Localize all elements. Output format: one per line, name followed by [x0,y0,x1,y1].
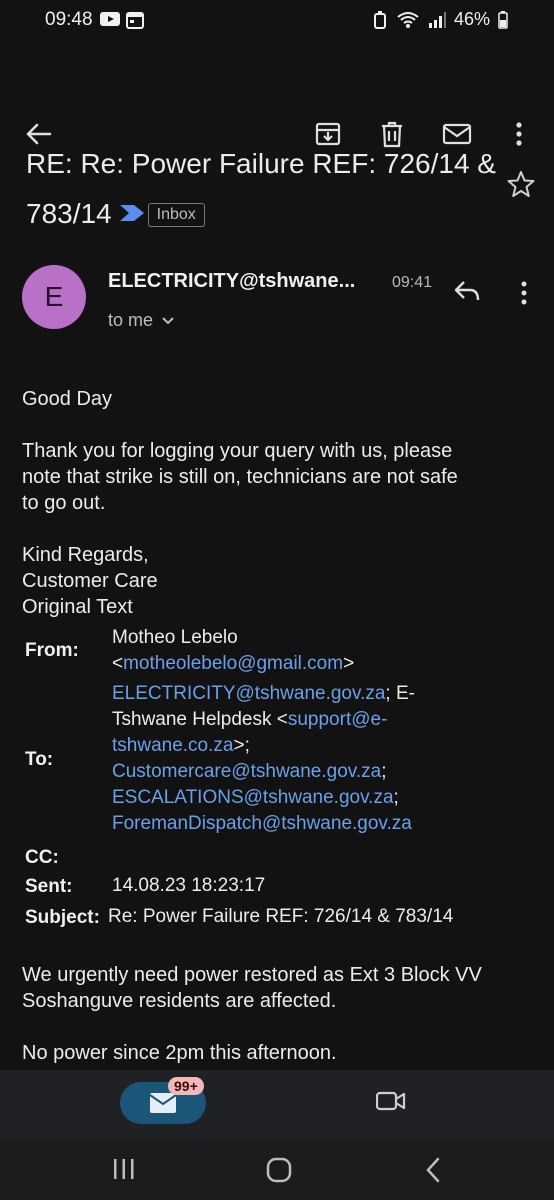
email-toolbar [0,52,554,148]
closing-block: Kind Regards, Customer Care Original Tex… [22,542,532,620]
battery-percent: 46% [453,9,490,29]
subject-label: Subject: [25,907,100,928]
star-icon [507,171,535,197]
body-paragraph-3: No power since 2pm this afternoon. [22,1042,337,1064]
status-time: 09:48 [45,9,93,30]
to-separator: >; [233,735,250,756]
from-value: Motheo Lebelo <motheolebelo@gmail.com> [112,625,532,677]
back-chevron-icon [426,1157,440,1183]
to-line: Tshwane Helpdesk <support@e- [112,707,532,733]
to-line: tshwane.co.za>; [112,733,532,759]
closing-line: Kind Regards, [22,544,149,566]
more-options-button[interactable] [503,118,535,150]
to-email-link[interactable]: Customercare@tshwane.gov.za [112,761,381,782]
status-notification-icons [100,11,144,29]
to-name: Tshwane Helpdesk < [112,709,288,730]
email-time: 09:41 [392,274,433,291]
subject-text: RE: Re: Power Failure REF: 726/14 & 783/… [26,148,496,229]
to-line: ELECTRICITY@tshwane.gov.za; E- [112,681,532,707]
to-separator: ; [393,787,399,808]
email-subject: RE: Re: Power Failure REF: 726/14 & 783/… [26,140,496,238]
mail-icon [149,1093,177,1113]
important-icon [119,205,144,221]
more-vert-icon [516,122,522,146]
inbox-label[interactable]: Inbox [147,203,205,227]
angle-open: < [112,653,124,674]
sender-avatar[interactable]: E [22,265,86,329]
home-button[interactable] [266,1157,292,1188]
greeting: Good Day [22,388,113,410]
unread-count-badge: 99+ [168,1077,204,1095]
cc-label: CC: [25,847,59,868]
recipient-text: to me [108,310,154,330]
body-line: We urgently need power restored as Ext 3… [22,964,482,986]
sent-value: 14.08.23 18:23:17 [112,875,266,896]
battery-icon [498,10,508,29]
subject-value-wrap: Re: Power Failure REF: 726/14 & 783/14 [108,904,532,930]
from-email-link[interactable]: motheolebelo@gmail.com [123,653,343,674]
to-email-link[interactable]: ForemanDispatch@tshwane.gov.za [112,813,412,834]
recipient-toggle[interactable]: to me [108,310,175,331]
system-back-button[interactable] [424,1157,442,1188]
to-line: ESCALATIONS@tshwane.gov.za; [112,785,532,811]
bottom-navigation [0,1070,554,1140]
to-email-link[interactable]: support@e- [288,709,388,730]
to-separator: ; E- [385,683,415,704]
sender-more-button[interactable] [520,281,528,310]
signal-icon [428,11,446,28]
youtube-icon [100,12,120,26]
video-icon [375,1091,406,1111]
from-address: <motheolebelo@gmail.com> [112,651,532,677]
recents-icon [114,1159,134,1179]
nav-meet-tab[interactable] [375,1090,406,1117]
body-line: Soshanguve residents are affected. [22,990,337,1012]
status-bar: 09:48 46% [0,0,554,44]
reply-button[interactable] [452,278,482,307]
to-email-link[interactable]: ELECTRICITY@tshwane.gov.za [112,683,385,704]
angle-close: > [343,653,355,674]
body-line: to go out. [22,492,106,514]
star-button[interactable] [507,170,535,203]
to-separator: ; [381,761,387,782]
to-label: To: [25,749,54,770]
body-paragraph-1: Thank you for logging your query with us… [22,438,532,516]
to-email-link[interactable]: ESCALATIONS@tshwane.gov.za [112,787,394,808]
home-icon [266,1157,292,1183]
subject-value: Re: Power Failure REF: 726/14 & 783/14 [108,906,454,927]
wifi-icon [397,11,419,28]
recent-apps-button[interactable] [112,1158,136,1185]
more-vert-icon [521,281,527,305]
to-line: ForemanDispatch@tshwane.gov.za [112,811,532,837]
chevron-down-icon [162,316,174,324]
sent-label: Sent: [25,876,73,897]
body-line: Thank you for logging your query with us… [22,440,453,462]
body-paragraph-2: We urgently need power restored as Ext 3… [22,962,532,1014]
alarm-icon [373,10,386,29]
to-line: Customercare@tshwane.gov.za; [112,759,532,785]
to-email-link[interactable]: tshwane.co.za [112,735,233,756]
sender-name[interactable]: ELECTRICITY@tshwane... [108,270,355,293]
closing-line: Customer Care [22,570,158,592]
to-value: ELECTRICITY@tshwane.gov.za; E- Tshwane H… [112,681,532,837]
from-name: Motheo Lebelo [112,627,238,648]
importance-marker[interactable] [119,188,144,236]
from-label: From: [25,640,79,661]
closing-line: Original Text [22,596,133,618]
status-system-icons: 46% [372,9,508,30]
calendar-icon [126,12,144,29]
reply-icon [454,281,480,301]
body-line: note that strike is still on, technician… [22,466,458,488]
